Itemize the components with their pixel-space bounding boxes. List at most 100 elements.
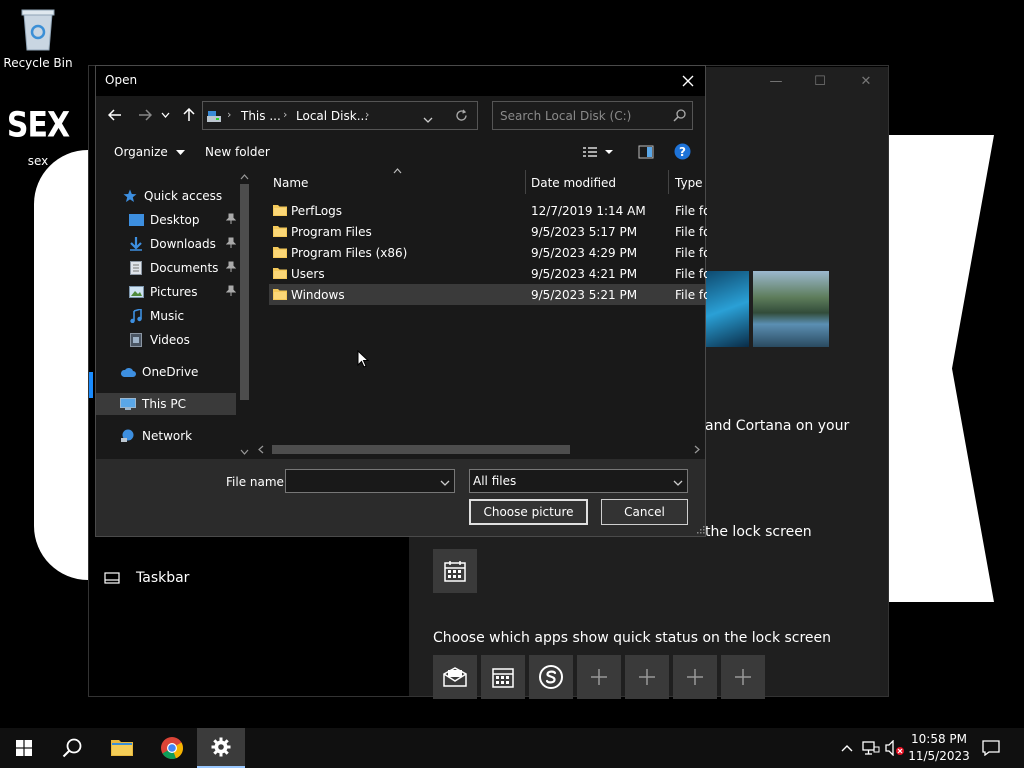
volume-button[interactable] bbox=[884, 728, 906, 768]
nav-music[interactable]: Music bbox=[96, 305, 236, 327]
nav-desktop[interactable]: Desktop bbox=[96, 209, 237, 231]
settings-close-button[interactable]: ✕ bbox=[843, 70, 889, 94]
refresh-button[interactable] bbox=[455, 109, 468, 125]
refresh-icon bbox=[456, 109, 467, 121]
nav-pane-scroll-thumb[interactable] bbox=[240, 184, 249, 400]
settings-button[interactable] bbox=[197, 728, 245, 768]
chrome-button[interactable] bbox=[148, 728, 196, 768]
nav-this-pc[interactable]: This PC bbox=[96, 393, 236, 415]
file-row[interactable]: Users 9/5/2023 4:21 PM File folder bbox=[269, 263, 707, 284]
pin-icon bbox=[225, 237, 237, 252]
address-bar[interactable]: › This ... › Local Disk... › bbox=[202, 101, 478, 130]
nav-videos[interactable]: Videos bbox=[96, 329, 236, 351]
settings-minimize-button[interactable]: — bbox=[753, 70, 799, 94]
search-button[interactable] bbox=[48, 728, 96, 768]
change-view-button[interactable] bbox=[582, 145, 616, 162]
search-input[interactable]: Search Local Disk (C:) bbox=[500, 109, 631, 123]
file-list-horizontal-scrollbar[interactable] bbox=[253, 441, 705, 458]
start-button[interactable] bbox=[0, 728, 48, 768]
breadcrumb-this-pc[interactable]: This ... bbox=[241, 109, 281, 123]
wallpaper-shape-left bbox=[34, 150, 88, 580]
dialog-footer: File name: All files Choose picture Canc… bbox=[96, 459, 705, 536]
organize-button[interactable]: Organize bbox=[114, 145, 185, 159]
nav-onedrive[interactable]: OneDrive bbox=[96, 361, 236, 383]
file-name: Program Files (x86) bbox=[291, 246, 408, 260]
recycle-bin-shortcut[interactable]: Recycle Bin bbox=[0, 6, 76, 70]
nav-quick-access[interactable]: Quick access bbox=[96, 185, 236, 207]
folder-icon bbox=[273, 245, 287, 262]
file-row[interactable]: Program Files (x86) 9/5/2023 4:29 PM Fil… bbox=[269, 242, 707, 263]
column-header-date[interactable]: Date modified bbox=[526, 170, 668, 194]
address-history-button[interactable] bbox=[423, 112, 433, 126]
quick-status-add-tile-4[interactable] bbox=[721, 655, 765, 699]
quick-status-add-tile-3[interactable] bbox=[673, 655, 717, 699]
new-folder-button[interactable]: New folder bbox=[205, 145, 270, 159]
help-icon: ? bbox=[674, 143, 691, 160]
view-list-icon bbox=[583, 147, 613, 157]
file-name-combobox[interactable] bbox=[285, 469, 455, 493]
file-list-scroll-thumb[interactable] bbox=[272, 445, 570, 454]
action-center-button[interactable] bbox=[976, 728, 1006, 768]
nav-documents[interactable]: Documents bbox=[96, 257, 237, 279]
chevron-down-icon bbox=[673, 475, 683, 489]
file-explorer-button[interactable] bbox=[98, 728, 146, 768]
command-bar: Organize New folder ? bbox=[96, 134, 705, 170]
column-header-name[interactable]: Name bbox=[269, 168, 525, 194]
documents-icon bbox=[128, 260, 144, 276]
nav-network[interactable]: Network bbox=[96, 425, 236, 447]
file-type: File folder bbox=[675, 225, 707, 239]
nav-pane-scrollbar[interactable] bbox=[236, 170, 253, 459]
column-header-type[interactable]: Type bbox=[669, 170, 707, 194]
star-icon bbox=[122, 188, 138, 204]
search-icon bbox=[673, 109, 686, 125]
show-hidden-icons-button[interactable] bbox=[838, 728, 856, 768]
breadcrumb-separator: › bbox=[365, 108, 370, 121]
svg-text:?: ? bbox=[679, 145, 686, 159]
chevron-down-icon[interactable] bbox=[440, 475, 450, 489]
scroll-up-icon bbox=[240, 174, 249, 180]
lockscreen-photo-2[interactable] bbox=[753, 271, 829, 347]
recent-locations-button[interactable] bbox=[159, 105, 171, 125]
preview-pane-icon bbox=[638, 145, 654, 159]
nav-pictures[interactable]: Pictures bbox=[96, 281, 237, 303]
choose-picture-button[interactable]: Choose picture bbox=[469, 499, 588, 525]
lockscreen-photo-1[interactable] bbox=[706, 271, 749, 347]
settings-maximize-button[interactable]: ☐ bbox=[797, 70, 843, 94]
chevron-down-icon bbox=[161, 112, 169, 118]
column-type-label: Type bbox=[675, 176, 703, 190]
scroll-left-icon bbox=[258, 445, 264, 454]
quick-status-calendar-tile[interactable] bbox=[481, 655, 525, 699]
dialog-titlebar[interactable]: Open bbox=[96, 66, 705, 96]
resize-grip-icon[interactable] bbox=[697, 526, 705, 534]
gear-icon bbox=[211, 737, 231, 757]
help-button[interactable]: ? bbox=[674, 143, 691, 163]
forward-button[interactable] bbox=[135, 105, 155, 125]
file-row[interactable]: Program Files 9/5/2023 5:17 PM File fold… bbox=[269, 221, 707, 242]
quick-status-skype-tile[interactable] bbox=[529, 655, 573, 699]
file-row[interactable]: Windows 9/5/2023 5:21 PM File folder bbox=[269, 284, 707, 305]
clock[interactable]: 10:58 PM 11/5/2023 bbox=[906, 731, 972, 765]
pin-icon bbox=[225, 261, 237, 276]
quick-status-add-tile-2[interactable] bbox=[625, 655, 669, 699]
network-status-button[interactable] bbox=[860, 728, 882, 768]
cancel-button[interactable]: Cancel bbox=[601, 499, 688, 525]
mail-icon bbox=[443, 667, 467, 687]
back-button[interactable] bbox=[105, 105, 125, 125]
nav-label: OneDrive bbox=[142, 365, 199, 379]
quick-status-mail-tile[interactable] bbox=[433, 655, 477, 699]
up-button[interactable] bbox=[179, 105, 199, 125]
settings-nav-taskbar[interactable]: Taskbar bbox=[104, 570, 189, 586]
search-icon bbox=[62, 738, 82, 758]
sex-shortcut[interactable]: SEX sex bbox=[0, 105, 76, 168]
quick-status-add-tile-1[interactable] bbox=[577, 655, 621, 699]
breadcrumb-local-disk[interactable]: Local Disk... bbox=[296, 109, 368, 123]
search-box[interactable]: Search Local Disk (C:) bbox=[492, 101, 693, 130]
nav-downloads[interactable]: Downloads bbox=[96, 233, 237, 255]
dialog-close-button[interactable] bbox=[677, 70, 699, 92]
file-name: Windows bbox=[291, 288, 345, 302]
detailed-status-app-tile[interactable] bbox=[433, 549, 477, 593]
preview-pane-button[interactable] bbox=[638, 145, 654, 162]
file-type-filter[interactable]: All files bbox=[469, 469, 688, 493]
chevron-down-icon bbox=[175, 150, 185, 155]
file-row[interactable]: PerfLogs 12/7/2019 1:14 AM File folder bbox=[269, 200, 707, 221]
